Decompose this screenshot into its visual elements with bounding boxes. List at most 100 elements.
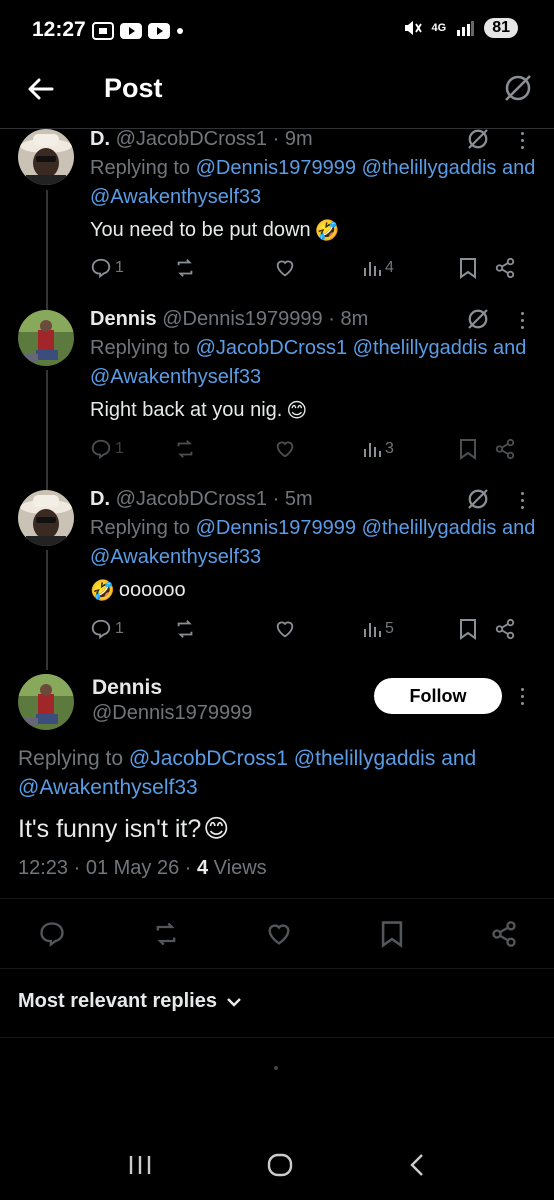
mention-link[interactable]: @JacobDCross1 xyxy=(129,747,288,770)
mention-link[interactable]: @thelillygaddis xyxy=(362,157,497,179)
share-icon xyxy=(495,257,515,279)
mention-link[interactable]: @Awakenthyself33 xyxy=(90,366,261,388)
page-title: Post xyxy=(104,73,163,103)
tweet-text: You need to be put down 🤣 xyxy=(90,218,339,243)
bookmark-button[interactable] xyxy=(458,618,494,640)
views-button[interactable]: 4 xyxy=(362,258,458,278)
grok-button[interactable] xyxy=(466,127,490,151)
avatar[interactable] xyxy=(18,490,74,546)
reply-button[interactable] xyxy=(38,920,66,948)
mention-link[interactable]: @Dennis1979999 xyxy=(196,157,356,179)
share-button[interactable] xyxy=(494,438,516,460)
tweet-text-body: You need to be put down xyxy=(90,219,311,241)
sort-replies-dropdown[interactable]: Most relevant replies xyxy=(18,990,243,1013)
like-button[interactable] xyxy=(274,618,362,640)
post-time[interactable]: 9m xyxy=(285,128,313,150)
share-button[interactable] xyxy=(494,618,516,640)
replying-prefix: Replying to xyxy=(90,517,191,539)
reply-button[interactable]: 1 xyxy=(90,618,174,640)
handle[interactable]: @JacobDCross1 xyxy=(116,488,267,510)
system-nav-bar xyxy=(0,1130,554,1200)
status-right-icons: 4G 81 xyxy=(402,18,518,38)
share-button[interactable] xyxy=(490,920,518,948)
more-icon[interactable] xyxy=(512,684,532,708)
handle[interactable]: @Dennis1979999 xyxy=(162,308,322,330)
display-name[interactable]: Dennis xyxy=(90,308,157,330)
status-time: 12:27 xyxy=(32,18,86,41)
post-time[interactable]: 8m xyxy=(340,308,368,330)
grok-button[interactable] xyxy=(466,307,490,331)
avatar[interactable] xyxy=(18,129,74,185)
and-word: and xyxy=(441,747,477,770)
more-icon[interactable] xyxy=(512,308,532,332)
replying-to: Replying to @Dennis1979999 @thelillygadd… xyxy=(90,154,540,212)
heart-icon xyxy=(276,260,294,277)
more-icon[interactable] xyxy=(512,488,532,512)
repost-button[interactable] xyxy=(174,618,274,640)
avatar[interactable] xyxy=(18,310,74,366)
views-icon xyxy=(364,443,381,457)
views-count[interactable]: 4 xyxy=(197,857,208,879)
home-button[interactable] xyxy=(267,1152,293,1178)
sort-label: Most relevant replies xyxy=(18,990,217,1012)
system-back-button[interactable] xyxy=(407,1152,427,1178)
display-name[interactable]: D. xyxy=(90,488,110,510)
mention-link[interactable]: @Awakenthyself33 xyxy=(90,186,261,208)
bookmark-icon xyxy=(460,258,476,279)
view-count: 4 xyxy=(385,259,394,276)
view-count: 3 xyxy=(385,440,394,457)
display-name[interactable]: D. xyxy=(90,128,110,150)
mention-link[interactable]: @JacobDCross1 xyxy=(196,337,347,359)
back-button[interactable] xyxy=(24,72,58,106)
bookmark-icon xyxy=(381,921,402,948)
mention-link[interactable]: @thelillygaddis xyxy=(362,517,497,539)
mention-link[interactable]: @Awakenthyself33 xyxy=(90,546,261,568)
reply-button[interactable]: 1 xyxy=(90,438,174,460)
repost-button[interactable] xyxy=(174,257,274,279)
tweet-actions: 1 3 xyxy=(90,438,530,460)
separator: · xyxy=(272,128,280,150)
views-button[interactable]: 5 xyxy=(362,619,458,639)
post-text-body: It's funny isn't it? xyxy=(18,814,202,843)
avatar[interactable] xyxy=(18,674,74,730)
follow-button[interactable]: Follow xyxy=(374,678,502,714)
bookmark-button[interactable] xyxy=(458,257,494,279)
mention-link[interactable]: @thelillygaddis xyxy=(353,337,488,359)
post-meta: 12:23 · 01 May 26 · 4 Views xyxy=(18,857,267,880)
display-name[interactable]: Dennis xyxy=(92,676,162,700)
bookmark-button[interactable] xyxy=(458,438,494,460)
bookmark-icon xyxy=(460,439,476,460)
like-button[interactable] xyxy=(265,920,293,948)
reply-count: 1 xyxy=(115,259,124,276)
more-icon[interactable] xyxy=(512,128,532,152)
tweet-header: D. @JacobDCross1 · 9m xyxy=(90,128,313,151)
share-button[interactable] xyxy=(494,257,516,279)
views-label: Views xyxy=(208,857,267,879)
mention-link[interactable]: @Awakenthyself33 xyxy=(18,776,198,799)
tweet-text: Right back at you nig. 😊 xyxy=(90,398,307,423)
handle[interactable]: @JacobDCross1 xyxy=(116,128,267,150)
post-text: It's funny isn't it? 😊 xyxy=(18,814,229,844)
tweet-text-body: oooooo xyxy=(118,579,186,601)
like-button[interactable] xyxy=(274,257,362,279)
like-button[interactable] xyxy=(274,438,362,460)
emoji: 🤣 xyxy=(314,220,340,242)
recent-apps-button[interactable] xyxy=(127,1153,153,1177)
handle[interactable]: @Dennis1979999 xyxy=(92,702,252,725)
views-button[interactable]: 3 xyxy=(362,439,458,459)
status-notification-icons xyxy=(92,22,184,40)
divider xyxy=(0,1037,554,1038)
emoji: 🤣 xyxy=(90,580,115,602)
reply-button[interactable]: 1 xyxy=(90,257,174,279)
mention-link[interactable]: @Dennis1979999 xyxy=(196,517,356,539)
grok-button[interactable] xyxy=(466,487,490,511)
bookmark-button[interactable] xyxy=(379,920,405,948)
repost-button[interactable] xyxy=(152,920,180,948)
grok-button[interactable] xyxy=(502,72,534,104)
and-word: and xyxy=(493,337,527,359)
mention-link[interactable]: @thelillygaddis xyxy=(294,747,436,770)
post-time[interactable]: 5m xyxy=(285,488,313,510)
replying-prefix: Replying to xyxy=(90,337,191,359)
replying-prefix: Replying to xyxy=(90,157,191,179)
repost-button[interactable] xyxy=(174,438,274,460)
